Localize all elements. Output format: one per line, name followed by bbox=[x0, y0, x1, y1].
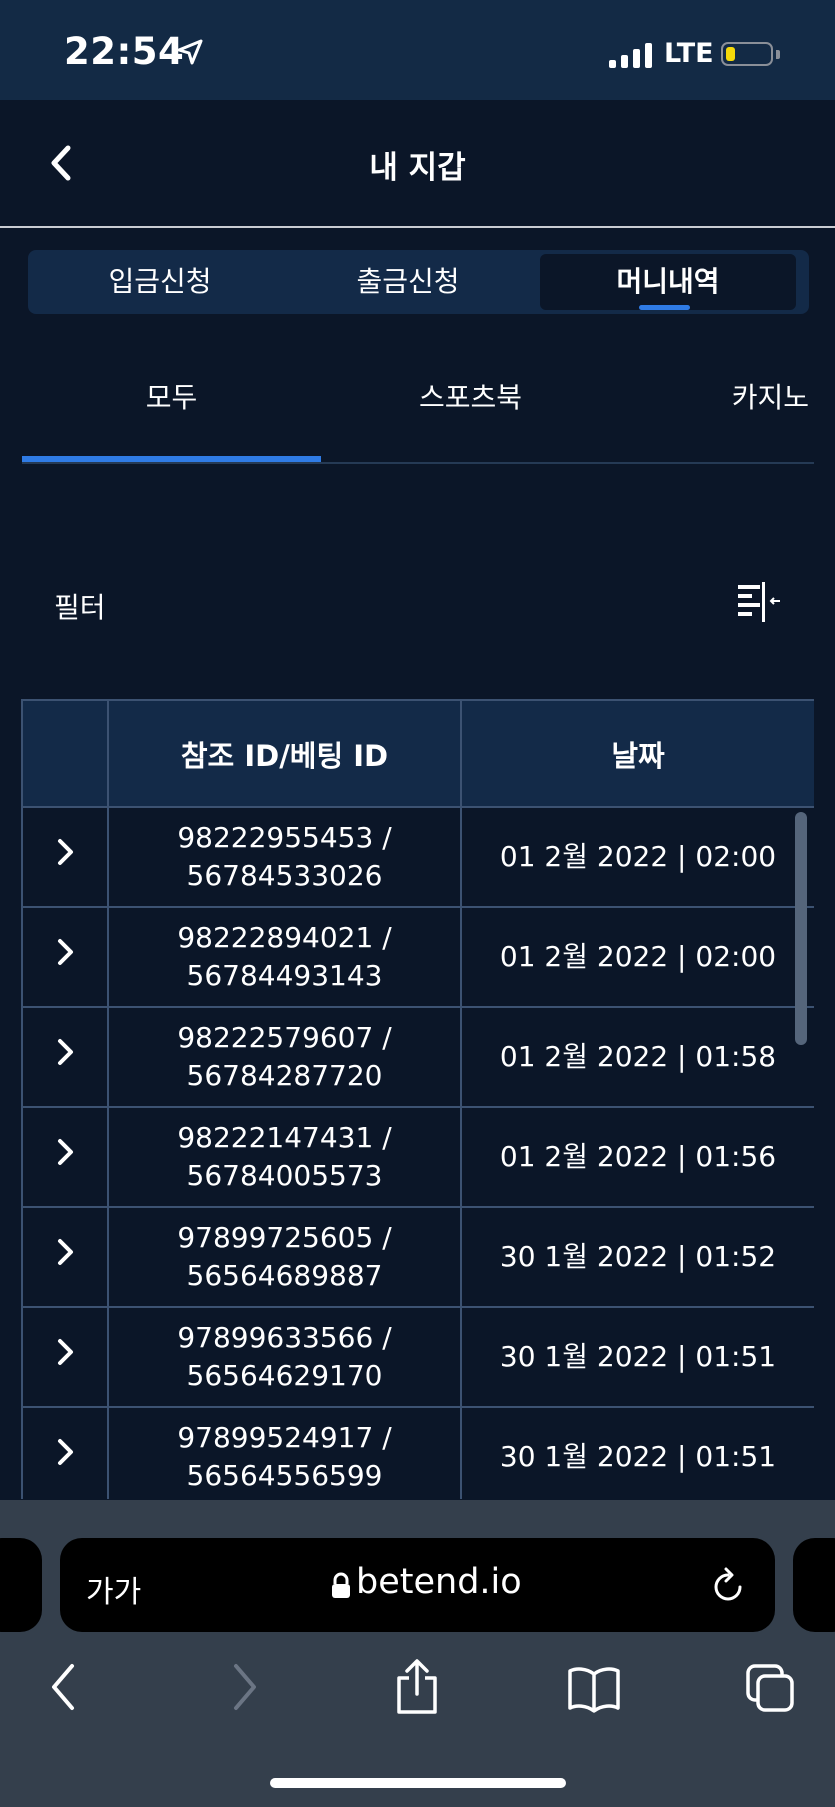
previous-tab-preview[interactable] bbox=[0, 1538, 42, 1632]
chevron-right-icon bbox=[58, 1339, 73, 1365]
date-cell: 30 1월 2022 | 01:51 bbox=[460, 1306, 814, 1408]
bet-id: 56784533026 bbox=[186, 859, 383, 892]
filter-label: 필터 bbox=[54, 591, 106, 624]
bet-id: 56784493143 bbox=[186, 959, 383, 992]
reference-id: 97899725605 / bbox=[177, 1221, 392, 1254]
date-cell: 01 2월 2022 | 02:00 bbox=[460, 906, 814, 1008]
reference-id: 97899633566 / bbox=[177, 1321, 392, 1354]
chevron-right-icon bbox=[58, 1239, 73, 1265]
battery-icon bbox=[721, 42, 773, 66]
reload-icon[interactable] bbox=[710, 1565, 746, 1609]
next-tab-preview[interactable] bbox=[793, 1538, 835, 1632]
date-cell: 01 2월 2022 | 01:58 bbox=[460, 1006, 814, 1108]
reference-cell: 97899524917 / 56564556599 bbox=[107, 1406, 462, 1499]
chevron-right-icon bbox=[58, 1139, 73, 1165]
tab-casino[interactable]: 카지노 bbox=[620, 376, 814, 416]
table-row[interactable]: 97899524917 / 56564556599 30 1월 2022 | 01… bbox=[21, 1406, 814, 1499]
date-cell: 01 2월 2022 | 01:56 bbox=[460, 1106, 814, 1208]
expand-row-button[interactable] bbox=[21, 906, 109, 1008]
reference-id: 98222579607 / bbox=[177, 1021, 392, 1054]
browser-forward-icon[interactable] bbox=[226, 1658, 262, 1720]
tabs-icon[interactable] bbox=[744, 1658, 796, 1720]
cellular-signal-icon bbox=[609, 40, 652, 68]
expand-row-button[interactable] bbox=[21, 1406, 109, 1499]
column-header-date: 날짜 bbox=[460, 699, 814, 808]
reference-id: 98222894021 / bbox=[177, 921, 392, 954]
chevron-right-icon bbox=[58, 939, 73, 965]
chevron-right-icon bbox=[58, 1439, 73, 1465]
network-type: LTE bbox=[664, 38, 714, 69]
column-header-expand bbox=[21, 699, 109, 808]
battery-tip bbox=[776, 50, 780, 59]
reference-id: 97899524917 / bbox=[177, 1421, 392, 1454]
reference-cell: 97899725605 / 56564689887 bbox=[107, 1206, 462, 1308]
tab-sportsbook[interactable]: 스포츠북 bbox=[321, 376, 620, 416]
status-time: 22:54 bbox=[64, 30, 185, 73]
reference-cell: 97899633566 / 56564629170 bbox=[107, 1306, 462, 1408]
history-table: 참조 ID/베팅 ID 날짜 98222955453 / 56784533026 … bbox=[21, 699, 814, 1499]
expand-row-button[interactable] bbox=[21, 1206, 109, 1308]
column-header-reference-id: 참조 ID/베팅 ID bbox=[107, 699, 462, 808]
table-row[interactable]: 98222147431 / 56784005573 01 2월 2022 | 01… bbox=[21, 1106, 814, 1208]
date-cell: 30 1월 2022 | 01:52 bbox=[460, 1206, 814, 1308]
location-arrow-icon bbox=[176, 38, 204, 70]
reference-id: 98222147431 / bbox=[177, 1121, 392, 1154]
bet-id: 56564689887 bbox=[186, 1259, 383, 1292]
table-row[interactable]: 97899725605 / 56564689887 30 1월 2022 | 01… bbox=[21, 1206, 814, 1308]
table-row[interactable]: 98222579607 / 56784287720 01 2월 2022 | 01… bbox=[21, 1006, 814, 1108]
chevron-right-icon bbox=[58, 839, 73, 865]
segment-money-history[interactable]: 머니내역 bbox=[540, 254, 796, 310]
table-row[interactable]: 98222955453 / 56784533026 01 2월 2022 | 02… bbox=[21, 806, 814, 908]
bet-id: 56784005573 bbox=[186, 1159, 383, 1192]
tab-divider bbox=[22, 462, 814, 464]
url-text: betend.io bbox=[356, 1562, 522, 1602]
segment-deposit-request[interactable]: 입금신청 bbox=[32, 254, 288, 310]
expand-row-button[interactable] bbox=[21, 1006, 109, 1108]
share-icon[interactable] bbox=[394, 1658, 440, 1720]
reference-id: 98222955453 / bbox=[177, 821, 392, 854]
date-cell: 01 2월 2022 | 02:00 bbox=[460, 806, 814, 908]
expand-row-button[interactable] bbox=[21, 806, 109, 908]
page-title: 내 지갑 bbox=[369, 150, 466, 186]
browser-back-icon[interactable] bbox=[46, 1658, 82, 1720]
chevron-right-icon bbox=[58, 1039, 73, 1065]
filter-toggle-icon[interactable] bbox=[734, 582, 782, 628]
expand-row-button[interactable] bbox=[21, 1106, 109, 1208]
lock-icon bbox=[330, 1572, 352, 1604]
bet-id: 56564629170 bbox=[186, 1359, 383, 1392]
expand-row-button[interactable] bbox=[21, 1306, 109, 1408]
reference-cell: 98222147431 / 56784005573 bbox=[107, 1106, 462, 1208]
table-row[interactable]: 97899633566 / 56564629170 30 1월 2022 | 01… bbox=[21, 1306, 814, 1408]
tab-all[interactable]: 모두 bbox=[22, 376, 321, 416]
reference-cell: 98222955453 / 56784533026 bbox=[107, 806, 462, 908]
text-size-button[interactable]: 가가 bbox=[86, 1567, 141, 1611]
tab-active-indicator bbox=[22, 456, 321, 462]
date-cell: 30 1월 2022 | 01:51 bbox=[460, 1406, 814, 1499]
segment-withdraw-request[interactable]: 출금신청 bbox=[280, 254, 536, 310]
reference-cell: 98222579607 / 56784287720 bbox=[107, 1006, 462, 1108]
reference-cell: 98222894021 / 56784493143 bbox=[107, 906, 462, 1008]
bookmarks-icon[interactable] bbox=[566, 1658, 622, 1720]
table-row[interactable]: 98222894021 / 56784493143 01 2월 2022 | 02… bbox=[21, 906, 814, 1008]
home-indicator bbox=[270, 1778, 566, 1788]
bet-id: 56784287720 bbox=[186, 1059, 383, 1092]
bet-id: 56564556599 bbox=[186, 1459, 383, 1492]
table-scrollbar[interactable] bbox=[795, 812, 807, 1045]
segment-active-indicator bbox=[639, 305, 690, 310]
